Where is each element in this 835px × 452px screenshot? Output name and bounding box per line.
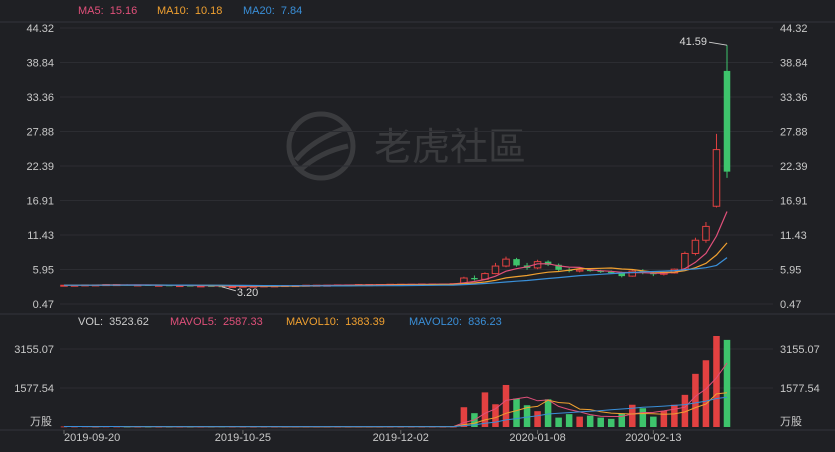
price-tick-right: 33.36 xyxy=(780,92,808,104)
date-label: 2019-09-20 xyxy=(64,432,120,444)
volume-bar xyxy=(565,414,573,427)
price-tick-right: 0.47 xyxy=(780,299,801,311)
price-tick-left: 0.47 xyxy=(33,299,54,311)
volume-bar xyxy=(607,418,615,427)
high-annotation: 41.59 xyxy=(679,36,707,48)
chart-background xyxy=(0,0,835,452)
ma20-label: MA20: xyxy=(243,5,275,17)
volume-bar xyxy=(492,404,499,427)
volume-bar xyxy=(660,410,668,427)
mavol20-value: 836.23 xyxy=(468,316,502,328)
stock-chart[interactable]: 老虎社區 MA5: 15.16 MA10: 10.18 MA20: 7.84 V… xyxy=(0,0,835,452)
volume-bar xyxy=(481,392,489,427)
ma10-value: 10.18 xyxy=(195,5,223,17)
mavol5-label: MAVOL5: xyxy=(170,316,217,328)
price-legend: MA5: 15.16 MA10: 10.18 MA20: 7.84 xyxy=(78,5,302,17)
mavol5-value: 2587.33 xyxy=(223,316,263,328)
candle-body-up xyxy=(502,258,510,267)
price-tick-right: 5.95 xyxy=(780,265,801,277)
volume-bar xyxy=(597,417,604,427)
ma20-value: 7.84 xyxy=(281,5,302,17)
mavol20-legend: MAVOL20: 836.23 xyxy=(409,316,502,328)
ma5-label: MA5: xyxy=(78,5,104,17)
date-label: 2020-01-08 xyxy=(509,432,565,444)
ma20-legend: MA20: 7.84 xyxy=(243,5,302,17)
candle-body-up xyxy=(575,269,584,272)
price-tick-left: 44.32 xyxy=(26,23,54,35)
price-tick-right: 38.84 xyxy=(780,57,808,69)
ma10-label: MA10: xyxy=(157,5,189,17)
volume-bar xyxy=(555,417,562,427)
vol-value: 3523.62 xyxy=(109,316,149,328)
price-tick-right: 22.39 xyxy=(780,161,808,173)
price-tick-left: 11.43 xyxy=(27,230,54,242)
candle-body-down xyxy=(513,259,520,266)
date-label: 2019-12-02 xyxy=(373,432,429,444)
price-tick-right: 11.43 xyxy=(780,230,807,242)
candle-body-up xyxy=(691,239,700,254)
price-tick-right: 16.91 xyxy=(780,196,808,208)
candle-body-up xyxy=(712,149,721,207)
candle-body-down xyxy=(723,70,731,172)
volume-bar xyxy=(650,416,657,427)
volume-tick-right: 3155.07 xyxy=(780,344,820,356)
volume-tick-left: 3155.07 xyxy=(14,344,54,356)
volume-bar xyxy=(723,339,731,427)
volume-bar xyxy=(692,373,699,427)
date-label: 2019-10-25 xyxy=(215,432,271,444)
volume-bar xyxy=(576,416,583,427)
volume-bar xyxy=(544,399,552,427)
price-tick-left: 33.36 xyxy=(26,92,54,104)
volume-unit-right: 万股 xyxy=(780,415,802,428)
ma10-legend: MA10: 10.18 xyxy=(157,5,222,17)
price-tick-left: 5.95 xyxy=(33,265,54,277)
mavol10-label: MAVOL10: xyxy=(286,316,339,328)
candle-body-up xyxy=(491,265,500,275)
volume-bar xyxy=(671,404,678,427)
volume-legend: VOL: 3523.62 MAVOL5: 2587.33 MAVOL10: 13… xyxy=(78,316,502,328)
volume-unit-left: 万股 xyxy=(30,415,52,428)
price-tick-left: 16.91 xyxy=(26,196,54,208)
ma5-value: 15.16 xyxy=(110,5,138,17)
price-tick-right: 27.88 xyxy=(780,126,808,138)
price-tick-left: 38.84 xyxy=(26,57,54,69)
mavol10-value: 1383.39 xyxy=(345,316,385,328)
vol-label: VOL: xyxy=(78,316,103,328)
volume-bar xyxy=(586,415,594,427)
vol-legend: VOL: 3523.62 xyxy=(78,316,149,328)
low-annotation: 3.20 xyxy=(237,287,258,299)
candle-body-up xyxy=(702,225,710,241)
volume-tick-right: 1577.54 xyxy=(780,383,820,395)
mavol5-legend: MAVOL5: 2587.33 xyxy=(170,316,263,328)
price-tick-right: 44.32 xyxy=(780,23,808,35)
mavol20-label: MAVOL20: xyxy=(409,316,462,328)
volume-bar xyxy=(713,336,720,427)
volume-bar xyxy=(513,398,520,427)
date-label: 2020-02-13 xyxy=(625,432,681,444)
volume-bar xyxy=(534,411,541,427)
volume-bar xyxy=(702,360,710,427)
candle-body-down xyxy=(471,278,478,280)
volume-tick-left: 1577.54 xyxy=(14,383,54,395)
volume-bar xyxy=(639,408,647,427)
mavol10-legend: MAVOL10: 1383.39 xyxy=(286,316,385,328)
price-tick-left: 22.39 xyxy=(26,161,54,173)
price-tick-left: 27.88 xyxy=(26,126,54,138)
